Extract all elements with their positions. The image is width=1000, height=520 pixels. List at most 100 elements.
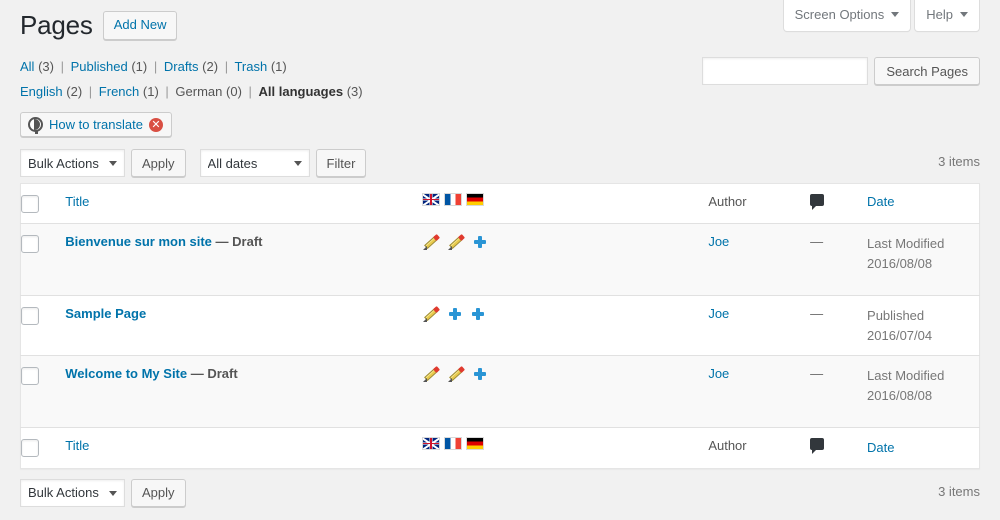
search-input[interactable]	[702, 57, 869, 85]
comment-icon[interactable]	[810, 194, 825, 211]
row-title-cell: Welcome to My Site — Draft	[65, 355, 424, 428]
row-author-cell: Joe	[708, 295, 811, 356]
row-date-label: Last Modified	[867, 236, 945, 252]
comment-icon[interactable]	[810, 438, 825, 455]
language-filter-all[interactable]: All languages	[259, 84, 344, 99]
apply-button-top[interactable]: Apply	[131, 149, 186, 178]
row-date-label: Last Modified	[867, 368, 945, 384]
filter-button[interactable]: Filter	[315, 149, 367, 178]
status-filter-all-count: (3)	[38, 58, 54, 74]
row-author-cell: Joe	[708, 223, 811, 296]
add-translation-plus-icon[interactable]	[473, 367, 487, 381]
bulk-actions-select-top[interactable]: Bulk Actions	[20, 149, 125, 178]
row-checkbox-cell	[20, 355, 66, 428]
row-title-link[interactable]: Sample Page	[65, 306, 146, 321]
screen-options-tab[interactable]: Screen Options	[782, 0, 912, 32]
language-filter-all-label: All languages	[258, 84, 344, 100]
row-checkbox[interactable]	[21, 235, 39, 254]
edit-pencil-icon[interactable]	[423, 234, 441, 251]
flag-french-icon	[445, 194, 462, 206]
add-new-button[interactable]: Add New	[102, 11, 178, 41]
row-author-link[interactable]: Joe	[708, 366, 729, 381]
edit-pencil-icon[interactable]	[423, 366, 441, 383]
bulk-actions-select-bottom[interactable]: Bulk Actions	[20, 478, 125, 507]
status-filter-all[interactable]: All	[20, 59, 34, 74]
language-actions	[423, 306, 708, 323]
edit-pencil-icon[interactable]	[448, 366, 466, 383]
row-checkbox-cell	[20, 295, 66, 356]
row-title-link[interactable]: Welcome to My Site	[65, 366, 187, 381]
column-header-title-link[interactable]: Title	[65, 194, 89, 209]
search-box: Search Pages	[702, 57, 980, 85]
status-filter-drafts[interactable]: Drafts	[164, 59, 199, 74]
how-to-translate-label: How to translate	[49, 117, 143, 133]
select-all-header	[21, 184, 66, 224]
apply-button-bottom[interactable]: Apply	[131, 478, 186, 507]
status-filter-drafts-count: (2)	[202, 58, 219, 74]
language-filter-french[interactable]: French	[99, 84, 139, 99]
add-translation-plus-icon[interactable]	[448, 307, 462, 321]
status-filter-published-label: Published	[70, 58, 128, 74]
edit-pencil-icon[interactable]	[448, 234, 466, 251]
language-flags-footer	[423, 438, 708, 450]
edit-pencil-icon[interactable]	[423, 306, 441, 323]
status-filter-trash[interactable]: Trash	[234, 59, 267, 74]
row-language-cell	[423, 355, 709, 428]
row-checkbox-cell	[20, 223, 66, 296]
column-header-comments[interactable]	[810, 184, 867, 224]
screen-options-label: Screen Options	[794, 7, 885, 22]
flag-english-icon	[423, 194, 440, 206]
language-filter-english[interactable]: English	[20, 84, 63, 99]
dates-select-wrap: All dates	[199, 149, 310, 178]
language-filter-german[interactable]: German	[175, 84, 222, 99]
column-footer-date[interactable]: Date	[867, 427, 980, 469]
select-all-checkbox-top[interactable]	[21, 195, 39, 214]
column-header-date[interactable]: Date	[867, 184, 979, 224]
flag-french-icon	[445, 438, 462, 450]
add-translation-plus-icon[interactable]	[473, 235, 487, 249]
translation-balloon-icon	[28, 117, 43, 135]
status-filter-published[interactable]: Published	[71, 59, 128, 74]
flag-german-icon	[467, 194, 484, 206]
flag-german-icon	[467, 438, 484, 450]
separator: |	[224, 58, 229, 74]
language-actions	[423, 366, 708, 383]
column-footer-languages	[423, 427, 709, 469]
row-checkbox[interactable]	[21, 367, 39, 386]
dates-filter-select[interactable]: All dates	[199, 149, 310, 178]
column-header-date-link[interactable]: Date	[867, 194, 894, 209]
row-title-link[interactable]: Bienvenue sur mon site	[65, 234, 212, 249]
column-header-title[interactable]: Title	[65, 184, 423, 224]
screen-meta-links: Screen Options Help	[782, 0, 980, 32]
column-footer-author: Author	[708, 427, 811, 469]
column-header-author: Author	[708, 194, 747, 210]
how-to-translate-button[interactable]: How to translate ✕	[20, 112, 172, 138]
table-foot: Title Author Date	[20, 427, 980, 469]
separator: |	[60, 58, 64, 74]
table-row: Welcome to My Site — Draft Joe — Last Mo…	[20, 355, 980, 428]
row-author-link[interactable]: Joe	[708, 306, 729, 321]
language-filter-english-count: (2)	[66, 84, 83, 100]
chevron-down-icon	[891, 12, 900, 18]
column-footer-title-link[interactable]: Title	[65, 438, 89, 453]
row-author-link[interactable]: Joe	[708, 234, 729, 249]
select-all-checkbox-bottom[interactable]	[21, 439, 39, 458]
table-head: Title Author Date	[21, 184, 980, 224]
column-footer-comments[interactable]	[810, 427, 868, 469]
column-footer-date-link[interactable]: Date	[867, 440, 894, 455]
row-post-state: — Draft	[190, 366, 238, 382]
row-date-cell: Last Modified 2016/08/08	[867, 355, 980, 428]
help-tab[interactable]: Help	[914, 0, 980, 32]
pages-table: Title Author Date Bienvenue sur mon site…	[20, 183, 980, 469]
language-filter-german-count: (0)	[226, 84, 242, 100]
language-filter-english-label: English	[20, 84, 63, 100]
add-translation-plus-icon[interactable]	[471, 307, 485, 321]
column-header-languages	[423, 184, 708, 224]
row-checkbox[interactable]	[21, 307, 39, 326]
tablenav-top: Bulk Actions Apply All dates Filter 3 it…	[20, 149, 980, 178]
column-footer-title[interactable]: Title	[65, 427, 424, 469]
table-row: Sample Page Joe — Published 2016/07/04	[20, 295, 980, 356]
search-submit-button[interactable]: Search Pages	[874, 57, 980, 85]
close-icon[interactable]: ✕	[148, 117, 163, 132]
language-actions	[423, 234, 708, 251]
